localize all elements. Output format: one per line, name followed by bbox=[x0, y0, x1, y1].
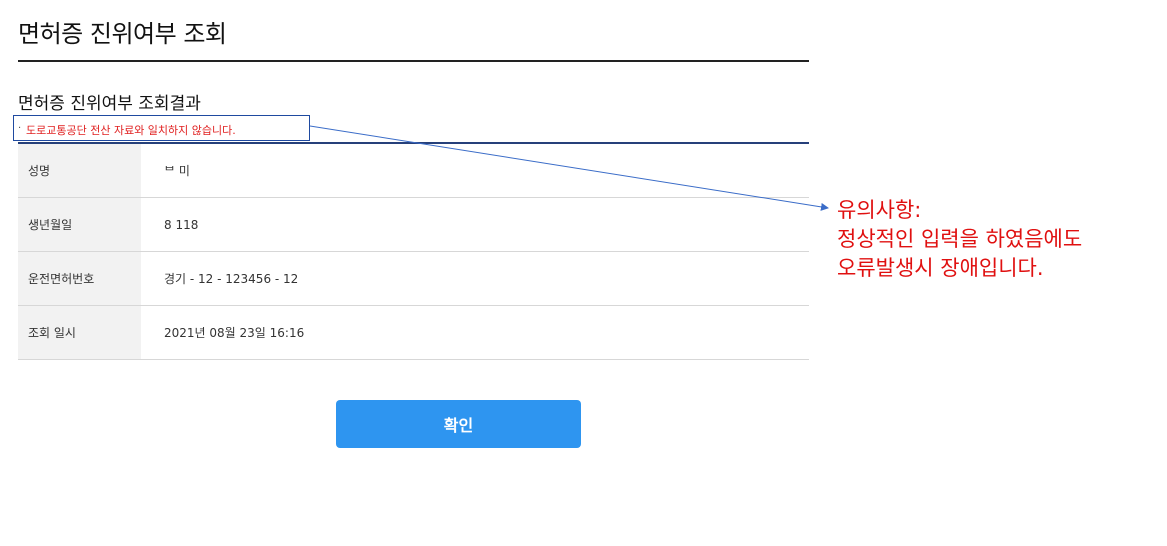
annotation-line: 정상적인 입력을 하였음에도 bbox=[837, 227, 1083, 251]
annotation-line: 유의사항: bbox=[837, 198, 922, 222]
annotation-line: 오류발생시 장애입니다. bbox=[837, 256, 1044, 280]
annotation-note: 유의사항: 정상적인 입력을 하였음에도 오류발생시 장애입니다. bbox=[837, 196, 1082, 283]
